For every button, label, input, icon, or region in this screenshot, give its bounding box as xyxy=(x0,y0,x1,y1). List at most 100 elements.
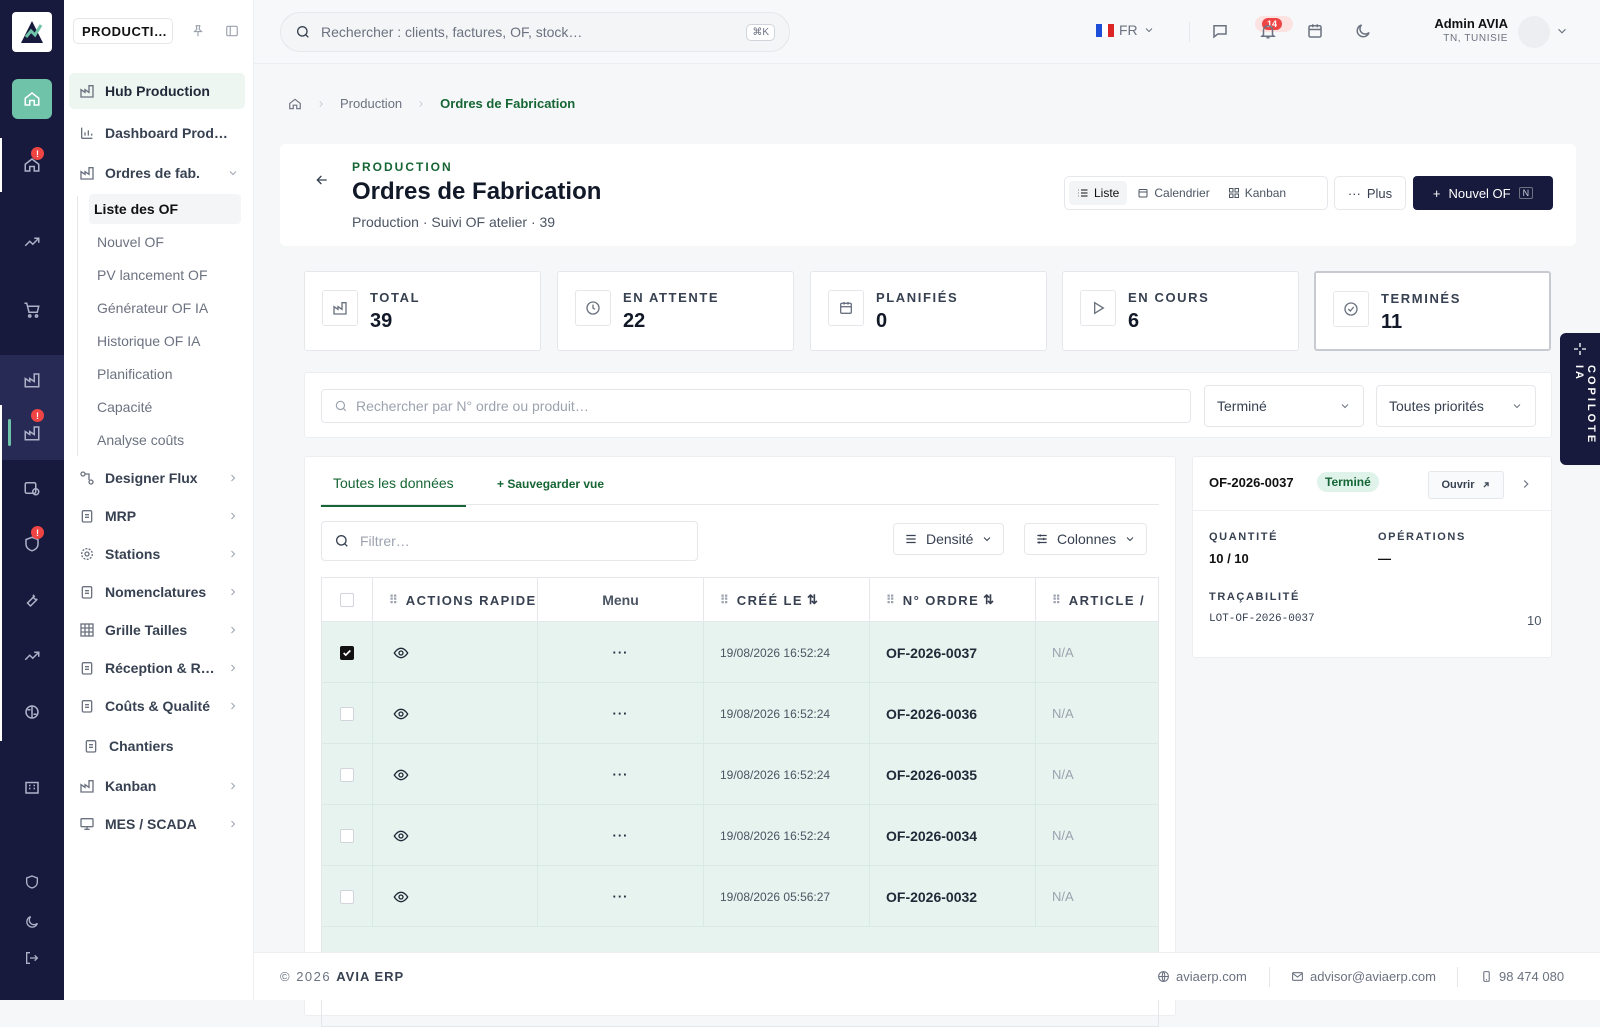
new-of-button[interactable]: + Nouvel OF N xyxy=(1413,176,1553,210)
factory-icon[interactable] xyxy=(0,355,64,405)
calendar-icon[interactable] xyxy=(1306,22,1324,40)
building-icon[interactable] xyxy=(0,765,64,809)
col-created[interactable]: ⠿ CRÉÉ LE ⇅ xyxy=(704,578,870,622)
tab-all-data[interactable]: Toutes les données xyxy=(321,475,466,507)
footer-email-link[interactable]: advisor@aviaerp.com xyxy=(1291,969,1436,984)
calendar-clock-icon[interactable] xyxy=(0,466,64,510)
global-search[interactable]: Rechercher : clients, factures, OF, stoc… xyxy=(280,12,790,52)
nav-designer-flux[interactable]: Designer Flux xyxy=(69,460,245,496)
moon-icon[interactable] xyxy=(1354,22,1372,40)
kpi-en-cours[interactable]: EN COURS 6 xyxy=(1062,271,1299,351)
nav-dashboard[interactable]: Dashboard Prod… xyxy=(69,115,245,151)
nav-chantiers[interactable]: Chantiers xyxy=(69,728,245,764)
avatar[interactable] xyxy=(1518,16,1550,48)
view-liste-button[interactable]: Liste xyxy=(1069,181,1128,205)
row-checkbox[interactable] xyxy=(340,889,354,904)
home-icon[interactable] xyxy=(288,97,302,111)
subnav-planification[interactable]: Planification xyxy=(97,366,173,382)
subnav-pv-lancement[interactable]: PV lancement OF xyxy=(97,267,208,283)
table-row[interactable]: ··· 19/08/2026 16:52:24 OF-2026-0035 N/A xyxy=(322,744,1158,805)
factory-active-icon[interactable]: ! xyxy=(0,405,64,460)
eye-icon[interactable] xyxy=(393,706,409,722)
nav-couts-qualite[interactable]: Coûts & Qualité xyxy=(69,688,245,724)
col-menu[interactable]: Menu xyxy=(538,578,704,622)
shield-icon[interactable]: ! xyxy=(0,522,64,566)
footer-site-link[interactable]: aviaerp.com xyxy=(1157,969,1247,984)
nav-hub-production[interactable]: Hub Production xyxy=(69,73,245,109)
collapse-sidebar-icon[interactable] xyxy=(225,24,239,38)
select-all-checkbox[interactable] xyxy=(340,593,354,607)
logout-icon[interactable] xyxy=(0,936,64,980)
table-row[interactable]: ··· 19/08/2026 05:56:27 OF-2026-0032 N/A xyxy=(322,866,1158,927)
cart-icon[interactable] xyxy=(0,288,64,332)
sort-icon[interactable]: ⇅ xyxy=(807,592,818,608)
row-menu-button[interactable]: ··· xyxy=(538,866,704,927)
subnav-generateur-ia[interactable]: Générateur OF IA xyxy=(97,300,208,316)
columns-button[interactable]: Colonnes xyxy=(1024,523,1148,555)
language-selector[interactable]: FR xyxy=(1096,22,1155,38)
subnav-historique-ia[interactable]: Historique OF IA xyxy=(97,333,200,349)
nav-ordres-fab[interactable]: Ordres de fab. xyxy=(69,155,245,191)
order-search-input[interactable]: Rechercher par N° ordre ou produit… xyxy=(321,389,1191,423)
nav-stations[interactable]: Stations xyxy=(69,536,245,572)
view-kanban-button[interactable]: Kanban xyxy=(1220,181,1294,205)
row-checkbox[interactable] xyxy=(340,706,354,721)
row-order-number[interactable]: OF-2026-0034 xyxy=(870,805,1036,866)
trending-alt-icon[interactable] xyxy=(0,634,64,678)
arrow-left-icon[interactable] xyxy=(314,172,330,188)
drag-handle-icon[interactable]: ⠿ xyxy=(720,593,729,607)
nav-nomenclatures[interactable]: Nomenclatures xyxy=(69,574,245,610)
footer-phone-link[interactable]: 98 474 080 xyxy=(1480,969,1564,984)
bell-icon[interactable] xyxy=(1259,22,1277,40)
row-checkbox[interactable] xyxy=(340,645,354,660)
subnav-liste-of[interactable]: Liste des OF xyxy=(89,194,241,224)
eye-icon[interactable] xyxy=(393,767,409,783)
row-checkbox[interactable] xyxy=(340,767,354,782)
shield-check-icon[interactable] xyxy=(0,860,64,904)
chevron-right-icon[interactable] xyxy=(1519,477,1533,491)
trending-icon[interactable] xyxy=(0,220,64,264)
row-order-number[interactable]: OF-2026-0036 xyxy=(870,683,1036,744)
subnav-analyse-couts[interactable]: Analyse coûts xyxy=(97,432,184,448)
kpi-en-attente[interactable]: EN ATTENTE 22 xyxy=(557,271,794,351)
priority-select[interactable]: Toutes priorités xyxy=(1376,385,1536,427)
nav-kanban[interactable]: Kanban xyxy=(69,768,245,804)
avia-logo[interactable] xyxy=(12,12,52,52)
pin-icon[interactable] xyxy=(191,24,205,38)
chat-icon[interactable] xyxy=(1211,22,1229,40)
row-menu-button[interactable]: ··· xyxy=(538,805,704,866)
chevron-down-icon[interactable] xyxy=(1555,24,1569,38)
brain-icon[interactable] xyxy=(0,690,64,734)
more-button[interactable]: ··· Plus xyxy=(1334,176,1406,210)
copilot-tab[interactable]: COPILOTE IA xyxy=(1560,333,1600,465)
density-button[interactable]: Densité xyxy=(893,523,1005,555)
kpi-planifies[interactable]: PLANIFIÉS 0 xyxy=(810,271,1047,351)
home-alt-icon[interactable]: ! xyxy=(0,143,64,187)
kpi-termines[interactable]: TERMINÉS 11 xyxy=(1314,271,1551,351)
nav-reception[interactable]: Réception & R… xyxy=(69,650,245,686)
save-view-button[interactable]: + Sauvegarder vue xyxy=(497,477,604,491)
status-select[interactable]: Terminé xyxy=(1204,385,1364,427)
view-calendrier-button[interactable]: Calendrier xyxy=(1129,181,1217,205)
drag-handle-icon[interactable]: ⠿ xyxy=(389,593,398,607)
row-menu-button[interactable]: ··· xyxy=(538,683,704,744)
home-icon[interactable] xyxy=(12,79,52,119)
nav-mrp[interactable]: MRP xyxy=(69,498,245,534)
table-row[interactable]: ··· 19/08/2026 16:52:24 OF-2026-0034 N/A xyxy=(322,805,1158,866)
wrench-icon[interactable] xyxy=(0,578,64,622)
row-checkbox[interactable] xyxy=(340,828,354,843)
subnav-capacite[interactable]: Capacité xyxy=(97,399,152,415)
subnav-nouvel-of[interactable]: Nouvel OF xyxy=(97,234,164,250)
eye-icon[interactable] xyxy=(393,645,409,661)
user-menu[interactable]: Admin AVIA TN, TUNISIE xyxy=(1390,16,1508,44)
table-row[interactable]: ··· 19/08/2026 16:52:24 OF-2026-0037 N/A xyxy=(322,622,1158,683)
row-order-number[interactable]: OF-2026-0032 xyxy=(870,866,1036,927)
row-order-number[interactable]: OF-2026-0035 xyxy=(870,744,1036,805)
module-switcher[interactable]: PRODUCTI… xyxy=(73,18,173,44)
nav-grille-tailles[interactable]: Grille Tailles xyxy=(69,612,245,648)
nav-mes-scada[interactable]: MES / SCADA xyxy=(69,806,245,842)
row-menu-button[interactable]: ··· xyxy=(538,744,704,805)
drag-handle-icon[interactable]: ⠿ xyxy=(1052,593,1061,607)
sort-icon[interactable]: ⇅ xyxy=(983,592,994,608)
breadcrumb-production[interactable]: Production xyxy=(340,96,402,111)
